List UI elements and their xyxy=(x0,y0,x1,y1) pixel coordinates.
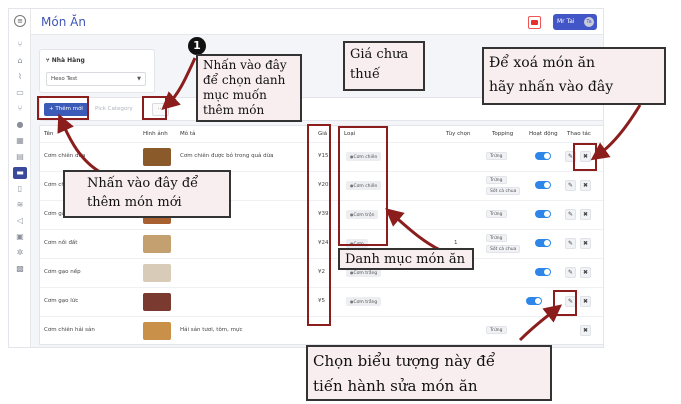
edit-note-line-2: tiến hành sửa món ăn xyxy=(313,377,478,395)
dish-name: Cơm chiên dừa xyxy=(44,153,86,159)
close-icon[interactable]: ✖ xyxy=(580,296,591,307)
megaphone-icon[interactable]: ◁ xyxy=(13,215,27,227)
column-header: Tùy chọn xyxy=(446,131,471,137)
edit-icon[interactable]: ✎ xyxy=(565,180,576,191)
menu-list-icon[interactable]: ▬ xyxy=(13,167,27,179)
price-note: Giá chưa thuế xyxy=(343,41,425,91)
edit-icon-highlight xyxy=(553,290,577,316)
topping-tag: Trứng xyxy=(486,152,507,160)
delete-note: Để xoá món ăn hãy nhấn vào đây xyxy=(482,47,666,105)
dish-name: Cơm nồi đất xyxy=(44,240,78,246)
menu-icon[interactable]: ≡ xyxy=(14,15,26,27)
column-header: Hình ảnh xyxy=(143,131,168,137)
category-column-highlight xyxy=(338,126,388,246)
youtube-icon[interactable] xyxy=(528,16,541,29)
price-note-line-2: thuế xyxy=(350,67,380,82)
column-header[interactable]: Tên xyxy=(44,131,53,137)
column-header: Hoạt động xyxy=(529,131,558,137)
store-card: ⑂ Nhà Hàng Heso Test ▼ xyxy=(39,49,155,93)
step-2-note: Nhấn vào đây để thêm món mới xyxy=(63,170,231,218)
user-icon[interactable]: ● xyxy=(13,119,27,131)
price-column-highlight xyxy=(307,124,331,326)
grid-icon[interactable]: ▩ xyxy=(13,263,27,275)
dish-image xyxy=(143,148,171,166)
step-1-note: Nhấn vào đây để chọn danh mục muốn thêm … xyxy=(196,54,302,122)
page-title: Món Ăn xyxy=(41,15,86,29)
home-icon[interactable]: ⌂ xyxy=(13,55,27,67)
option-count: 1 xyxy=(454,240,458,246)
step-2-line-1: Nhấn vào đây để xyxy=(87,176,199,191)
layers-icon[interactable]: ≋ xyxy=(13,199,27,211)
utensils-icon[interactable]: ⑂ xyxy=(13,39,27,51)
dish-name: Cơm chiên hải sản xyxy=(44,327,95,333)
table-icon[interactable]: ▦ xyxy=(13,135,27,147)
user-menu[interactable]: Mr Tai Ta xyxy=(553,14,597,30)
store-label: ⑂ Nhà Hàng xyxy=(46,57,85,64)
column-header: Mô tả xyxy=(180,131,196,137)
dish-image xyxy=(143,264,171,282)
chevron-down-icon: ▼ xyxy=(137,76,141,82)
active-toggle[interactable] xyxy=(535,181,551,189)
topping-tag: Trứng xyxy=(486,234,507,242)
delete-icon-highlight xyxy=(573,143,597,171)
dish-name: Cơm gà xyxy=(44,211,66,217)
category-note: Danh mục món ăn xyxy=(338,248,474,270)
step-1-badge: 1 xyxy=(188,37,206,55)
sidebar: ≡ ⑂ ⌂ ⌇ ▭ ⑂ ● ▦ ▤ ▬ ▯ ≋ ◁ ▣ ✲ ▩ xyxy=(9,9,31,347)
edit-icon[interactable]: ✎ xyxy=(565,267,576,278)
settings-icon[interactable]: ✲ xyxy=(13,247,27,259)
topping-tag: Trứng xyxy=(486,210,507,218)
close-icon[interactable]: ✖ xyxy=(580,180,591,191)
close-icon[interactable]: ✖ xyxy=(580,209,591,220)
avatar: Ta xyxy=(584,17,594,27)
store-select[interactable]: Heso Test ▼ xyxy=(46,72,146,86)
topping-tag: Sốt cà chua xyxy=(486,245,521,253)
category-tag: Cơm trắng xyxy=(346,297,382,306)
close-icon[interactable]: ✖ xyxy=(580,238,591,249)
active-toggle[interactable] xyxy=(535,268,551,276)
column-header: Thao tác xyxy=(567,131,591,137)
add-button-highlight xyxy=(37,96,89,120)
dish-description: Hải sản tươi, tôm, mực xyxy=(180,327,243,333)
edit-note: Chọn biểu tượng này để tiến hành sửa món… xyxy=(306,345,552,401)
dish-image xyxy=(143,322,171,340)
edit-note-line-1: Chọn biểu tượng này để xyxy=(313,352,496,370)
step-2-line-2: thêm món mới xyxy=(87,195,182,210)
close-icon[interactable]: ✖ xyxy=(580,267,591,278)
chart-icon[interactable]: ⌇ xyxy=(13,71,27,83)
column-header: Topping xyxy=(492,131,514,137)
dish-name: Cơm gạo nếp xyxy=(44,269,81,275)
document-icon[interactable]: ▯ xyxy=(13,183,27,195)
dish-image xyxy=(143,293,171,311)
dish-name: Cơm gạo lức xyxy=(44,298,79,304)
topping-tag: Trứng xyxy=(486,176,507,184)
top-bar: Món Ăn Mr Tai Ta xyxy=(31,9,603,35)
active-toggle[interactable] xyxy=(535,210,551,218)
topping-tag: Trứng xyxy=(486,326,507,334)
delete-note-line-1: Để xoá món ăn xyxy=(489,55,596,71)
dish-image xyxy=(143,235,171,253)
active-toggle[interactable] xyxy=(535,152,551,160)
category-button-highlight xyxy=(142,96,167,120)
close-icon[interactable]: ✖ xyxy=(580,325,591,336)
edit-icon[interactable]: ✎ xyxy=(565,238,576,249)
price-note-line-1: Giá chưa xyxy=(350,47,409,62)
calendar-icon[interactable]: ▣ xyxy=(13,231,27,243)
delete-note-line-2: hãy nhấn vào đây xyxy=(489,79,614,95)
topping-tag: Sốt cà chua xyxy=(486,187,521,195)
edit-icon[interactable]: ✎ xyxy=(565,209,576,220)
user-name: Mr Tai xyxy=(557,18,575,25)
active-toggle[interactable] xyxy=(535,239,551,247)
monitor-icon[interactable]: ▭ xyxy=(13,87,27,99)
utensils-icon[interactable]: ⑂ xyxy=(13,103,27,115)
dish-description: Cơm chiên được bỏ trong quả dừa xyxy=(180,153,274,159)
active-toggle[interactable] xyxy=(526,297,542,305)
book-icon[interactable]: ▤ xyxy=(13,151,27,163)
